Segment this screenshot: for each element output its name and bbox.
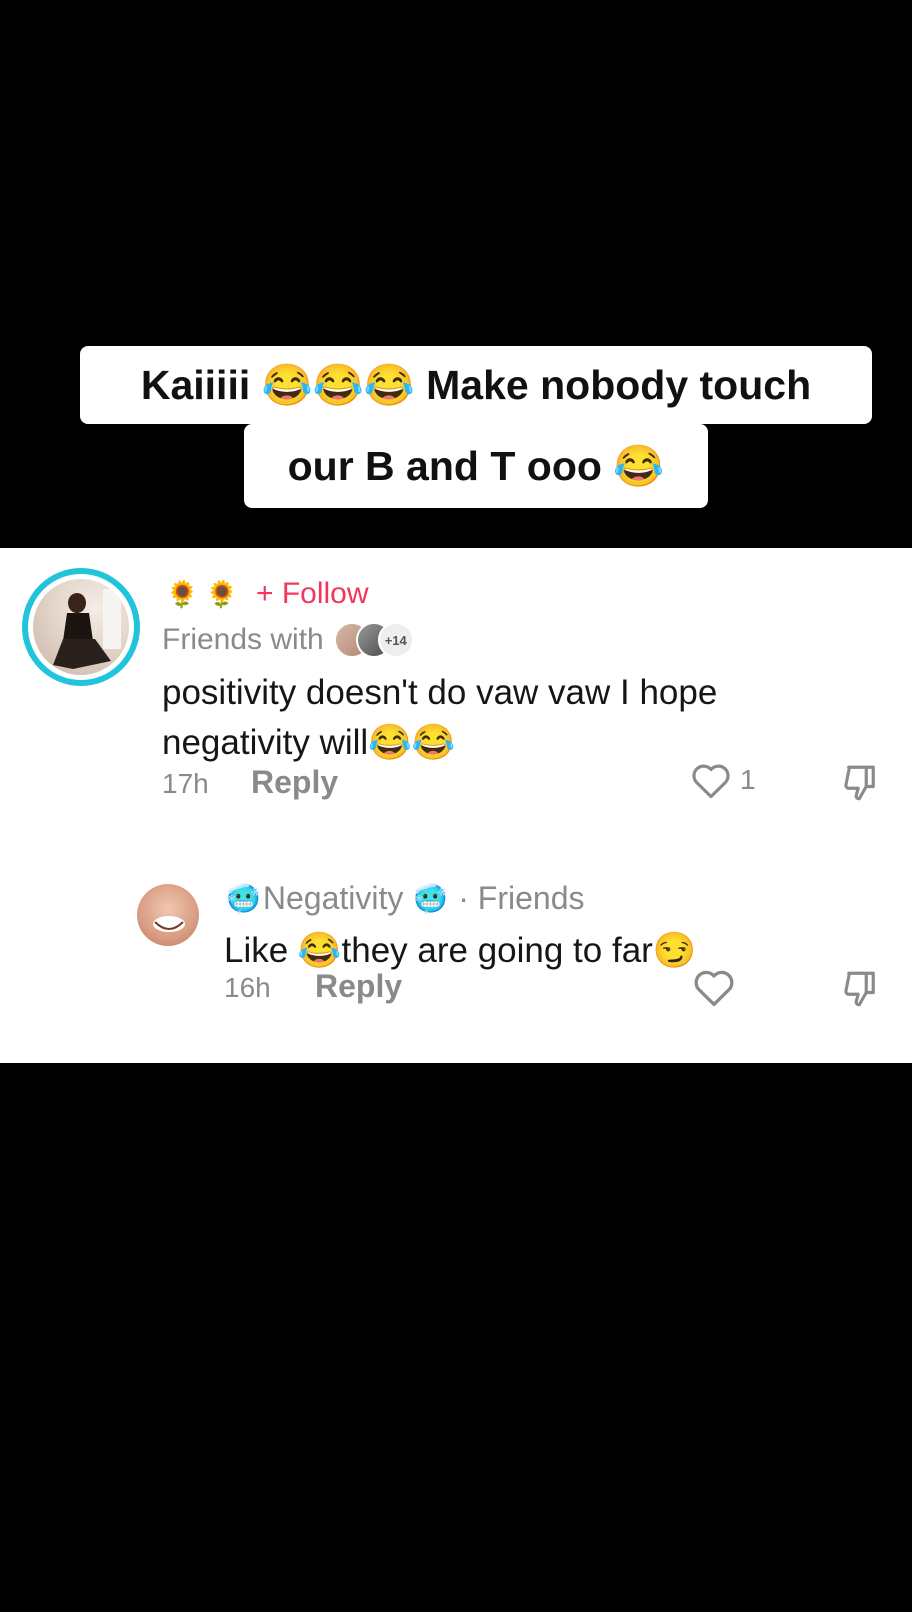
friends-with-label: Friends with [162,623,324,656]
commenter-name-row: 🌻 🌻 + Follow [166,574,369,614]
dislike-icon[interactable] [840,762,882,804]
mutual-more-count: +14 [377,622,414,658]
reply-timestamp: 16h [224,972,271,1003]
reply-text: Like 😂they are going to far😏 [224,931,697,970]
heart-icon[interactable] [692,966,736,1008]
heart-icon [692,764,730,799]
cold-face-icon: 🥶 [413,882,449,914]
reply-username-row[interactable]: 🥶 Negativity 🥶 · Friends [224,878,585,918]
reply-button[interactable]: Reply [251,764,338,801]
dislike-icon[interactable] [840,968,882,1010]
like-count: 1 [740,764,756,795]
reply-username[interactable]: Negativity [263,880,404,917]
comment-panel: 🌻 🌻 + Follow Friends with +14 positivity… [0,548,912,1063]
reply-to-reply-button[interactable]: Reply [315,968,402,1005]
commenter-avatar[interactable] [22,568,140,686]
mutual-friends-row[interactable]: Friends with +14 [162,620,430,660]
caption-line-2: our B and T ooo 😂 [244,424,708,508]
reply-relation: · Friends [458,879,585,916]
cold-face-icon: 🥶 [226,882,261,914]
mutual-friends-avatars: +14 [333,620,430,660]
avatar-photo [33,579,129,675]
comment-text: positivity doesn't do vaw vaw I hope neg… [162,673,718,762]
reply-avatar[interactable] [137,884,199,946]
caption-line-1: Kaiiiii 😂😂😂 Make nobody touch [80,346,872,424]
comment-timestamp: 17h [162,768,209,799]
follow-button[interactable]: + Follow [256,577,369,611]
sunflower-icon[interactable]: 🌻 🌻 [166,581,238,607]
like-button[interactable]: 1 [690,760,756,800]
